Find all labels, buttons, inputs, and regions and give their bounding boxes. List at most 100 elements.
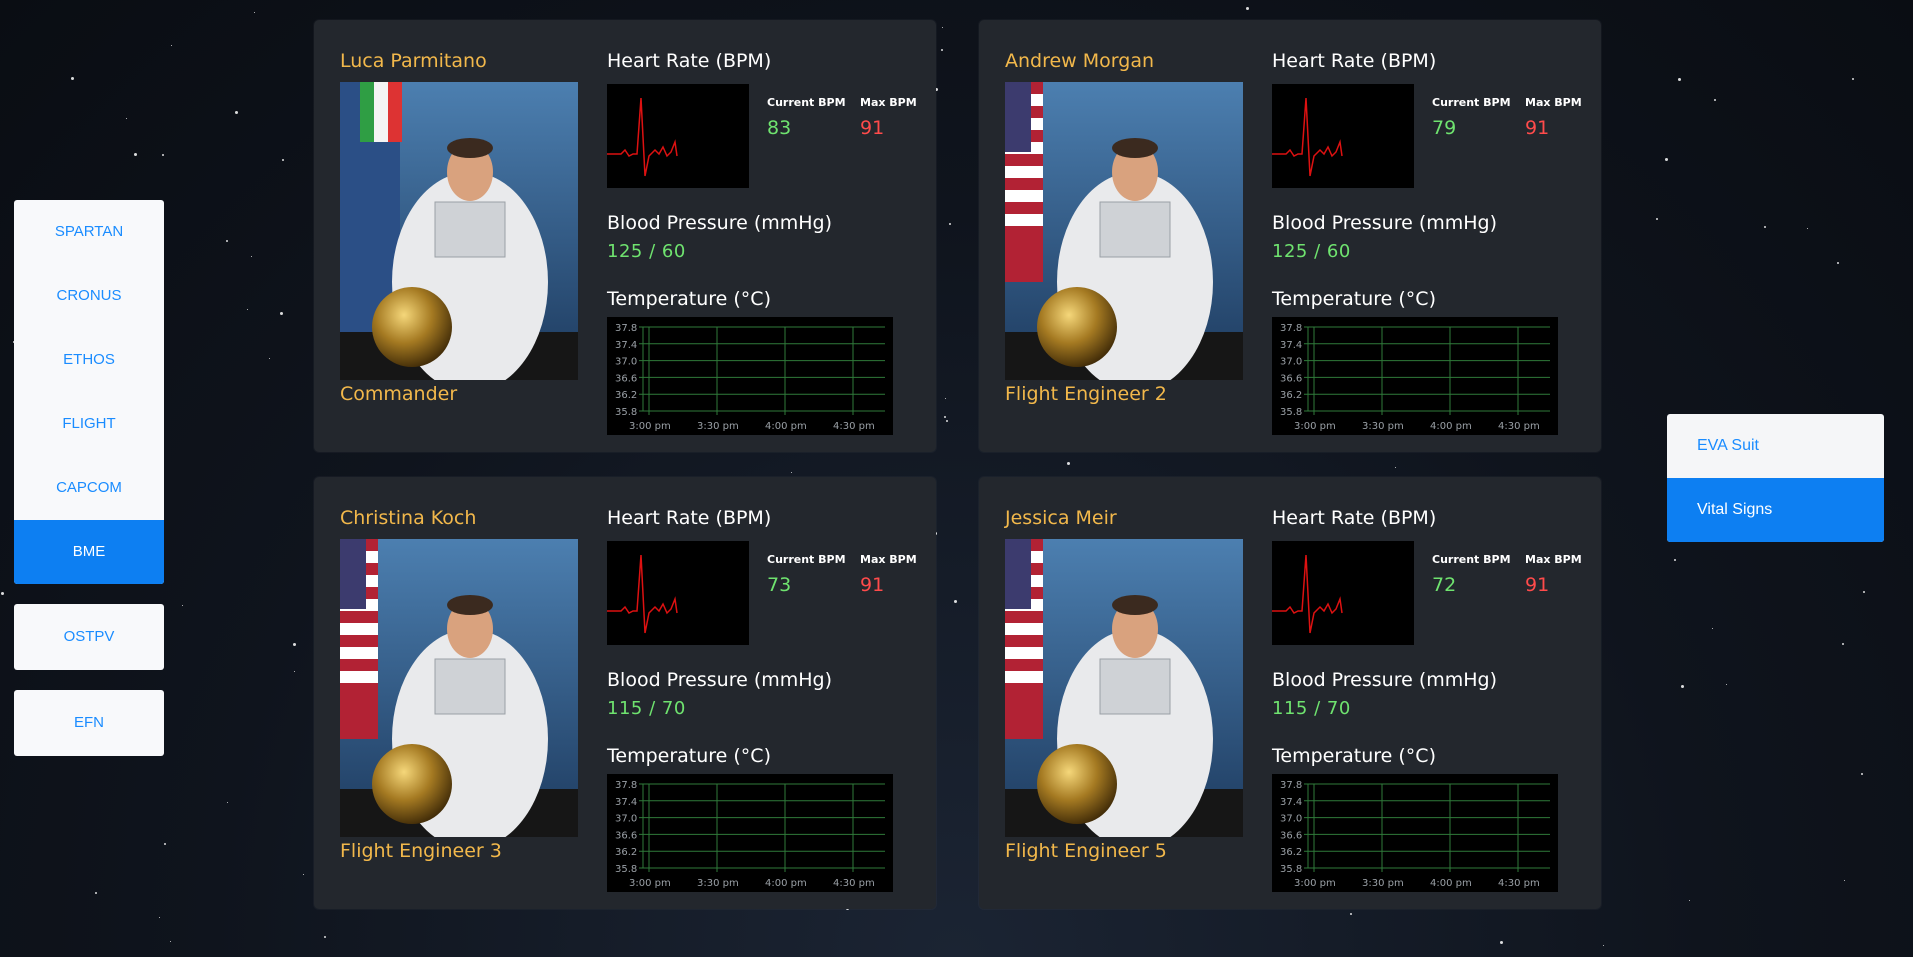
temp-y-tick: 36.6 bbox=[615, 830, 637, 841]
blood-pressure-title: Blood Pressure (mmHg) bbox=[607, 212, 833, 234]
star bbox=[1681, 685, 1684, 688]
star bbox=[1837, 262, 1839, 264]
star bbox=[1863, 591, 1865, 593]
temp-x-tick: 3:30 pm bbox=[697, 421, 739, 432]
nav-item-ethos[interactable]: ETHOS bbox=[14, 328, 164, 392]
blood-pressure-title: Blood Pressure (mmHg) bbox=[1272, 212, 1498, 234]
temp-x-tick: 4:30 pm bbox=[833, 421, 875, 432]
temp-x-tick: 3:00 pm bbox=[1294, 421, 1336, 432]
temp-y-tick: 36.2 bbox=[1280, 847, 1302, 858]
crew-card: Luca Parmitano Commander Heart Rate (BPM… bbox=[314, 20, 936, 452]
max-bpm-label: Max BPM bbox=[1525, 553, 1582, 566]
temp-y-tick: 36.6 bbox=[1280, 830, 1302, 841]
temperature-title: Temperature (°C) bbox=[607, 288, 771, 310]
star bbox=[1726, 684, 1727, 685]
crew-role: Flight Engineer 3 bbox=[340, 840, 502, 862]
temp-x-tick: 3:00 pm bbox=[629, 878, 671, 889]
temp-y-tick: 36.6 bbox=[615, 373, 637, 384]
temp-x-tick: 3:30 pm bbox=[1362, 421, 1404, 432]
temp-y-tick: 35.8 bbox=[615, 407, 637, 418]
star bbox=[949, 223, 951, 225]
temp-x-tick: 3:30 pm bbox=[697, 878, 739, 889]
ecg-waveform bbox=[1272, 84, 1414, 188]
temp-x-tick: 4:00 pm bbox=[1430, 878, 1472, 889]
star bbox=[942, 27, 943, 28]
temp-x-tick: 4:30 pm bbox=[1498, 421, 1540, 432]
star bbox=[164, 843, 166, 845]
star bbox=[162, 154, 164, 156]
star bbox=[941, 49, 943, 51]
nav-item-bme[interactable]: BME bbox=[14, 520, 164, 584]
nav-item-eva-suit[interactable]: EVA Suit bbox=[1667, 414, 1884, 478]
temp-x-tick: 4:00 pm bbox=[765, 421, 807, 432]
current-bpm-label: Current BPM bbox=[767, 96, 846, 109]
star bbox=[324, 936, 326, 938]
starfield-background bbox=[0, 0, 1913, 957]
star bbox=[126, 118, 127, 119]
temp-y-tick: 37.8 bbox=[615, 323, 637, 334]
nav-item-vital-signs[interactable]: Vital Signs bbox=[1667, 478, 1884, 542]
ecg-waveform bbox=[607, 84, 749, 188]
temp-x-tick: 3:30 pm bbox=[1362, 878, 1404, 889]
temp-y-tick: 36.2 bbox=[1280, 390, 1302, 401]
crew-role: Commander bbox=[340, 383, 458, 405]
star bbox=[1500, 941, 1503, 944]
star bbox=[269, 358, 270, 359]
star bbox=[171, 45, 172, 46]
star bbox=[954, 600, 957, 603]
crew-name: Luca Parmitano bbox=[340, 50, 487, 72]
crew-role: Flight Engineer 2 bbox=[1005, 383, 1167, 405]
star bbox=[1, 592, 4, 595]
temp-y-tick: 37.4 bbox=[1280, 340, 1302, 351]
max-bpm-value: 91 bbox=[860, 117, 885, 139]
temp-y-tick: 37.4 bbox=[615, 340, 637, 351]
star bbox=[945, 398, 946, 399]
current-bpm-value: 72 bbox=[1432, 574, 1457, 596]
star bbox=[1714, 99, 1716, 101]
nav-item-cronus[interactable]: CRONUS bbox=[14, 264, 164, 328]
crew-card: Jessica Meir Flight Engineer 5 Heart Rat… bbox=[979, 477, 1601, 909]
temp-x-tick: 3:00 pm bbox=[629, 421, 671, 432]
nav-item-spartan[interactable]: SPARTAN bbox=[14, 200, 164, 264]
current-bpm-value: 79 bbox=[1432, 117, 1457, 139]
star bbox=[1689, 900, 1690, 901]
temp-y-tick: 37.0 bbox=[1280, 357, 1302, 368]
star bbox=[1807, 228, 1808, 229]
nav-item-ostpv[interactable]: OSTPV bbox=[14, 604, 164, 670]
temp-y-tick: 35.8 bbox=[615, 864, 637, 875]
temperature-chart: 37.8 37.4 37.0 36.6 36.2 35.8 3:00 pm 3:30 pm 4… bbox=[1272, 317, 1558, 435]
crew-role: Flight Engineer 5 bbox=[1005, 840, 1167, 862]
star bbox=[1067, 462, 1070, 465]
temp-x-tick: 4:30 pm bbox=[833, 878, 875, 889]
blood-pressure-title: Blood Pressure (mmHg) bbox=[1272, 669, 1498, 691]
ecg-waveform bbox=[607, 541, 749, 645]
max-bpm-value: 91 bbox=[1525, 574, 1550, 596]
nav-item-capcom[interactable]: CAPCOM bbox=[14, 456, 164, 520]
astronaut-photo bbox=[340, 539, 578, 837]
crew-name: Christina Koch bbox=[340, 507, 477, 529]
nav-item-flight[interactable]: FLIGHT bbox=[14, 392, 164, 456]
star bbox=[946, 420, 948, 422]
star bbox=[227, 802, 228, 803]
current-bpm-value: 73 bbox=[767, 574, 792, 596]
star bbox=[235, 111, 238, 114]
temp-y-tick: 37.4 bbox=[1280, 797, 1302, 808]
heart-rate-title: Heart Rate (BPM) bbox=[1272, 507, 1437, 529]
astronaut-photo bbox=[340, 82, 578, 380]
right-nav: EVA Suit Vital Signs bbox=[1667, 414, 1884, 542]
temp-y-tick: 36.6 bbox=[1280, 373, 1302, 384]
nav-item-efn[interactable]: EFN bbox=[14, 690, 164, 756]
star bbox=[791, 472, 792, 473]
temp-x-tick: 4:00 pm bbox=[765, 878, 807, 889]
star bbox=[95, 892, 97, 894]
blood-pressure-value: 125 / 60 bbox=[1272, 241, 1351, 262]
star bbox=[254, 12, 255, 13]
star bbox=[944, 416, 946, 418]
crew-card: Christina Koch Flight Engineer 3 Heart R… bbox=[314, 477, 936, 909]
max-bpm-label: Max BPM bbox=[860, 553, 917, 566]
star bbox=[294, 671, 295, 672]
star bbox=[247, 309, 248, 310]
temperature-title: Temperature (°C) bbox=[607, 745, 771, 767]
heart-rate-title: Heart Rate (BPM) bbox=[607, 50, 772, 72]
max-bpm-value: 91 bbox=[1525, 117, 1550, 139]
